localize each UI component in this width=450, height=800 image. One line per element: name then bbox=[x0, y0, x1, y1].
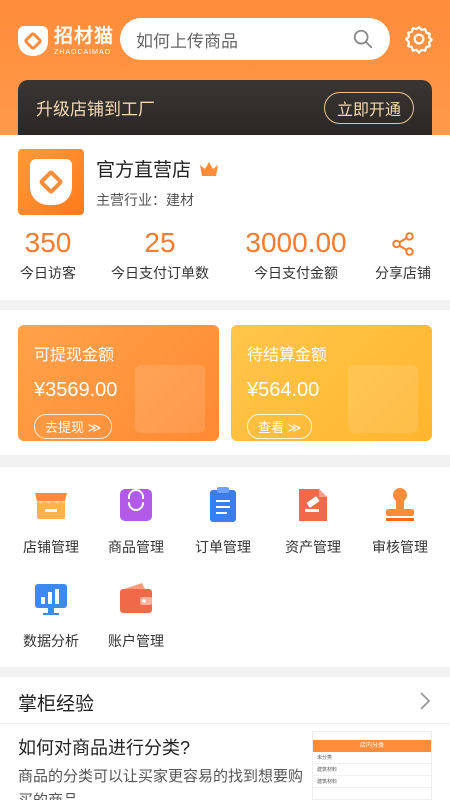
app-logo: 招材猫 ZHAOCAIMAO bbox=[18, 26, 114, 56]
menu-analytics[interactable]: 数据分析 bbox=[6, 579, 96, 651]
article-thumbnail[interactable]: 店内分类 未分类 建筑材料 建筑材料 bbox=[312, 731, 432, 800]
menu-orders[interactable]: 订单管理 bbox=[178, 485, 268, 557]
thumb-row: 未分类 bbox=[313, 752, 431, 764]
stat-value: 25 bbox=[144, 227, 176, 258]
view-button[interactable]: 查看 ≫ bbox=[247, 414, 313, 439]
balance-cards: 可提现金额 ¥3569.00 去提现 ≫ 待结算金额 ¥564.00 查看 ≫ bbox=[0, 310, 450, 455]
card-title: 可提现金额 bbox=[34, 347, 115, 364]
gavel-icon bbox=[299, 489, 327, 521]
search-icon bbox=[353, 29, 373, 49]
shop-info: 官方直营店 主营行业：建材 350 今日访客 25 今日支付订单数 3000.0… bbox=[0, 135, 450, 300]
withdrawable-card[interactable]: 可提现金额 ¥3569.00 去提现 ≫ bbox=[18, 325, 219, 441]
thumb-header: 店内分类 bbox=[313, 740, 431, 752]
thumb-row: 建筑材料 bbox=[313, 776, 431, 788]
menu-review[interactable]: 审核管理 bbox=[355, 485, 445, 557]
card-title: 待结算金额 bbox=[247, 347, 328, 364]
menu-products[interactable]: 商品管理 bbox=[91, 485, 181, 557]
shop-name: 官方直营店 bbox=[96, 160, 192, 181]
article-body: 商品的分类可以让买家更容易的找到想要购买的商品 bbox=[18, 768, 304, 800]
menu-account[interactable]: 账户管理 bbox=[91, 579, 181, 651]
wallet-decoration bbox=[135, 365, 205, 433]
shop-industry: 主营行业：建材 bbox=[96, 192, 194, 208]
menu-label: 资产管理 bbox=[285, 539, 341, 555]
search-placeholder: 如何上传商品 bbox=[136, 31, 238, 51]
stat-amount[interactable]: 3000.00 今日支付金额 bbox=[236, 227, 356, 283]
chevron-right-icon[interactable] bbox=[418, 691, 432, 711]
stat-value: 3000.00 bbox=[245, 227, 347, 258]
pending-card[interactable]: 待结算金额 ¥564.00 查看 ≫ bbox=[231, 325, 432, 441]
stats-row: 350 今日访客 25 今日支付订单数 3000.00 今日支付金额 分享店铺 bbox=[0, 227, 450, 287]
share-icon bbox=[392, 232, 414, 256]
upgrade-banner: 升级店铺到工厂 立即开通 bbox=[18, 80, 432, 135]
menu-label: 审核管理 bbox=[372, 539, 428, 555]
stat-label: 今日支付订单数 bbox=[111, 265, 209, 281]
search-input[interactable]: 如何上传商品 bbox=[120, 18, 390, 60]
header: 招材猫 ZHAOCAIMAO 如何上传商品 升级店铺到工厂 立即开通 bbox=[0, 0, 450, 135]
clipboard-icon bbox=[210, 487, 236, 522]
logo-subtext: ZHAOCAIMAO bbox=[54, 48, 112, 56]
gear-icon[interactable] bbox=[404, 24, 434, 54]
stat-label: 今日访客 bbox=[20, 265, 76, 281]
experience-section: 掌柜经验 如何对商品进行分类? 商品的分类可以让买家更容易的找到想要购买的商品 … bbox=[0, 677, 450, 800]
bag-icon bbox=[120, 489, 152, 521]
menu-label: 订单管理 bbox=[195, 539, 251, 555]
menu-grid: 店铺管理 商品管理 订单管理 资产管理 审核管理 数据分析 账户管理 bbox=[0, 467, 450, 667]
logo-text: 招材猫 bbox=[54, 25, 115, 47]
thumb-row: 建筑材料 bbox=[313, 764, 431, 776]
menu-assets[interactable]: 资产管理 bbox=[268, 485, 358, 557]
logo-icon bbox=[18, 26, 48, 56]
stat-visitors[interactable]: 350 今日访客 bbox=[18, 227, 78, 283]
share-shop-button[interactable]: 分享店铺 bbox=[370, 227, 436, 283]
coin-decoration bbox=[348, 365, 418, 433]
menu-label: 数据分析 bbox=[23, 633, 79, 649]
stat-value: 350 bbox=[24, 227, 72, 258]
menu-store[interactable]: 店铺管理 bbox=[6, 485, 96, 557]
menu-label: 账户管理 bbox=[108, 633, 164, 649]
shop-avatar bbox=[18, 149, 84, 215]
activate-button[interactable]: 立即开通 bbox=[323, 91, 414, 124]
section-title: 掌柜经验 bbox=[18, 694, 95, 715]
stamp-icon bbox=[386, 488, 414, 521]
wallet-icon bbox=[120, 583, 152, 613]
withdraw-button[interactable]: 去提现 ≫ bbox=[34, 414, 113, 439]
store-icon bbox=[35, 493, 67, 519]
stat-label: 今日支付金额 bbox=[254, 265, 338, 281]
stat-orders[interactable]: 25 今日支付订单数 bbox=[105, 227, 215, 283]
chart-icon bbox=[35, 584, 67, 615]
menu-label: 店铺管理 bbox=[23, 539, 79, 555]
menu-label: 商品管理 bbox=[108, 539, 164, 555]
crown-icon bbox=[200, 161, 219, 176]
upgrade-text: 升级店铺到工厂 bbox=[36, 100, 155, 119]
article-title[interactable]: 如何对商品进行分类? bbox=[18, 734, 190, 760]
divider bbox=[0, 723, 450, 724]
share-label: 分享店铺 bbox=[375, 265, 431, 281]
